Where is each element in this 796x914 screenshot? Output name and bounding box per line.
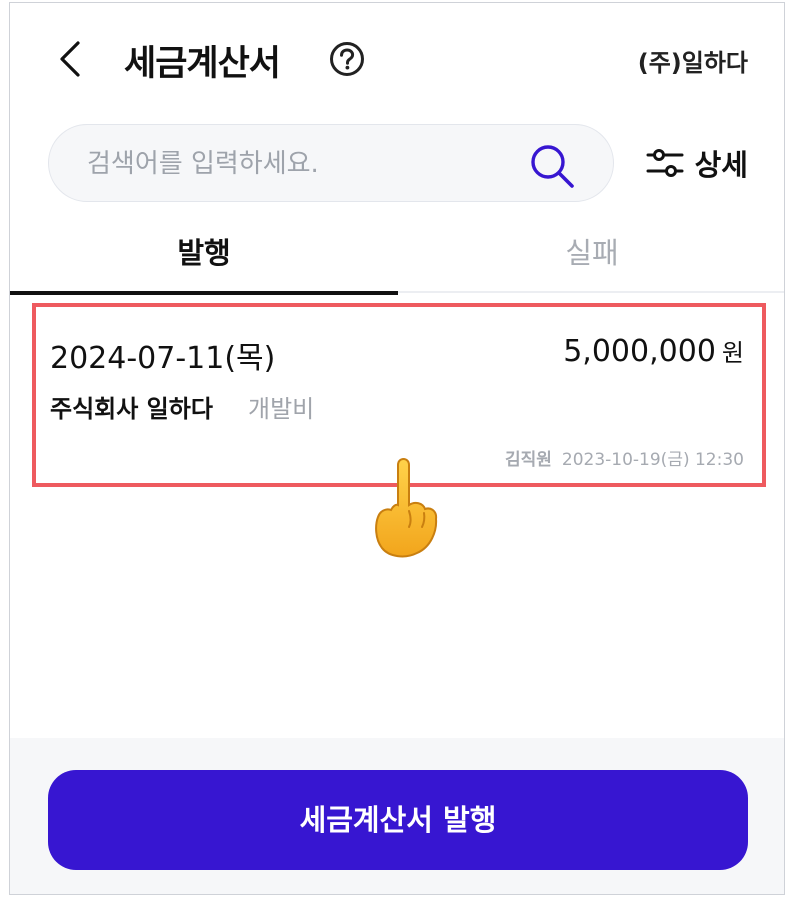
pointing-hand-icon [375, 458, 438, 558]
amount-value: 5,000,000 [563, 334, 716, 369]
company-name[interactable]: (주)일하다 [638, 43, 748, 78]
invoice-author: 김직원 [504, 450, 552, 470]
tab-issued[interactable]: 발행 [10, 223, 398, 295]
header: 세금계산서 (주)일하다 [10, 3, 784, 113]
issue-invoice-button[interactable]: 세금계산서 발행 [48, 770, 748, 870]
bottom-action-area: 세금계산서 발행 [10, 738, 784, 894]
app-screen: 세금계산서 (주)일하다 상세 발행 실패 [9, 2, 785, 895]
tab-failed[interactable]: 실패 [398, 223, 784, 293]
detail-label: 상세 [694, 148, 748, 182]
page-title: 세금계산서 [124, 44, 281, 84]
invoice-company: 주식회사 일하다 [50, 395, 213, 423]
invoice-category: 개발비 [248, 395, 315, 423]
help-button[interactable] [329, 41, 365, 77]
chevron-left-icon [60, 41, 80, 77]
invoice-meta: 김직원 2023-10-19(금) 12:30 [505, 445, 744, 470]
amount-unit: 원 [721, 339, 744, 367]
question-circle-icon [330, 42, 364, 76]
invoice-amount: 5,000,000 원 [563, 333, 744, 369]
search-button[interactable] [529, 143, 575, 189]
sliders-icon [646, 149, 684, 177]
search-input[interactable] [85, 143, 509, 185]
invoice-timestamp: 2023-10-19(금) 12:30 [561, 450, 744, 470]
tab-bar: 발행 실패 [10, 223, 784, 295]
detail-filter-button[interactable]: 상세 [645, 143, 748, 183]
invoice-date: 2024-07-11(목) [50, 341, 276, 376]
back-button[interactable] [56, 39, 86, 79]
search-bar [48, 124, 614, 202]
search-icon [531, 145, 574, 188]
